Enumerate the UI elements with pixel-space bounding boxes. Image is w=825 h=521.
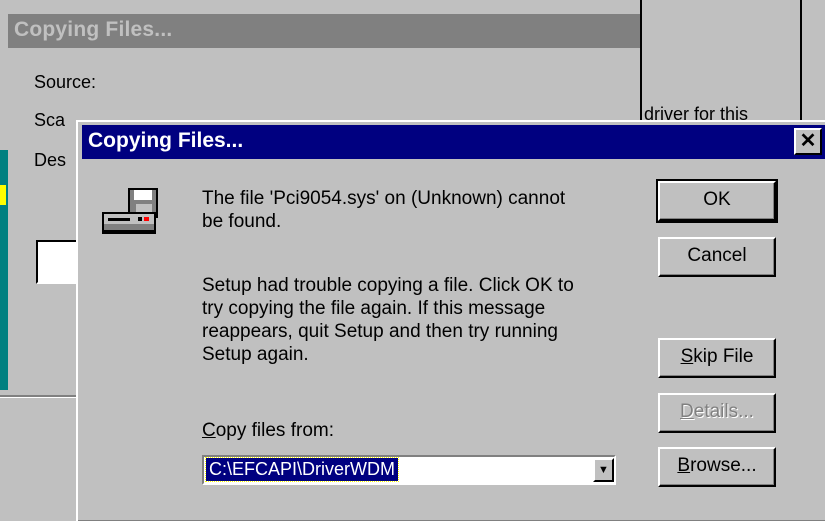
skip-file-button[interactable]: Skip File xyxy=(658,338,776,378)
close-icon: ✕ xyxy=(799,130,817,152)
scanning-label: Sca xyxy=(34,110,66,130)
copy-files-from-value[interactable]: C:\EFCAPI\DriverWDM xyxy=(205,457,399,482)
message-line: The file 'Pci9054.sys' on (Unknown) cann… xyxy=(202,188,566,209)
right-window-border xyxy=(800,0,802,120)
message-line: be found. xyxy=(202,211,282,232)
background-marker xyxy=(0,185,6,205)
background-window-title: Copying Files... xyxy=(14,18,173,41)
chevron-down-icon: ▼ xyxy=(598,464,609,476)
label-text: opy files from: xyxy=(215,420,334,441)
source-label: Source: xyxy=(34,72,97,92)
message-line: reappears, quit Setup and then try runni… xyxy=(202,321,558,342)
disk-drive-icon xyxy=(102,188,158,234)
message-line: Setup again. xyxy=(202,344,309,365)
button-label: rowse... xyxy=(690,455,757,476)
accelerator-key: S xyxy=(680,346,694,367)
accelerator-key: C xyxy=(202,420,216,441)
message-line: Setup had trouble copying a file. Click … xyxy=(202,275,574,296)
ok-button[interactable]: OK xyxy=(656,179,778,223)
destination-label: Des xyxy=(34,150,67,170)
dialog-title: Copying Files... xyxy=(88,129,244,152)
accelerator-key: B xyxy=(677,455,691,476)
message-line: try copying the file again. If this mess… xyxy=(202,298,546,319)
browse-button[interactable]: Browse... xyxy=(658,447,776,487)
cancel-button[interactable]: Cancel xyxy=(658,237,776,277)
copy-files-from-label: Copy files from: xyxy=(202,420,334,442)
dropdown-arrow-button[interactable]: ▼ xyxy=(593,458,614,482)
button-label: kip File xyxy=(693,346,754,367)
close-button[interactable]: ✕ xyxy=(794,128,822,155)
accelerator-key: D xyxy=(680,401,694,422)
details-button[interactable]: Details... xyxy=(658,393,776,433)
button-label: etails... xyxy=(693,401,754,422)
